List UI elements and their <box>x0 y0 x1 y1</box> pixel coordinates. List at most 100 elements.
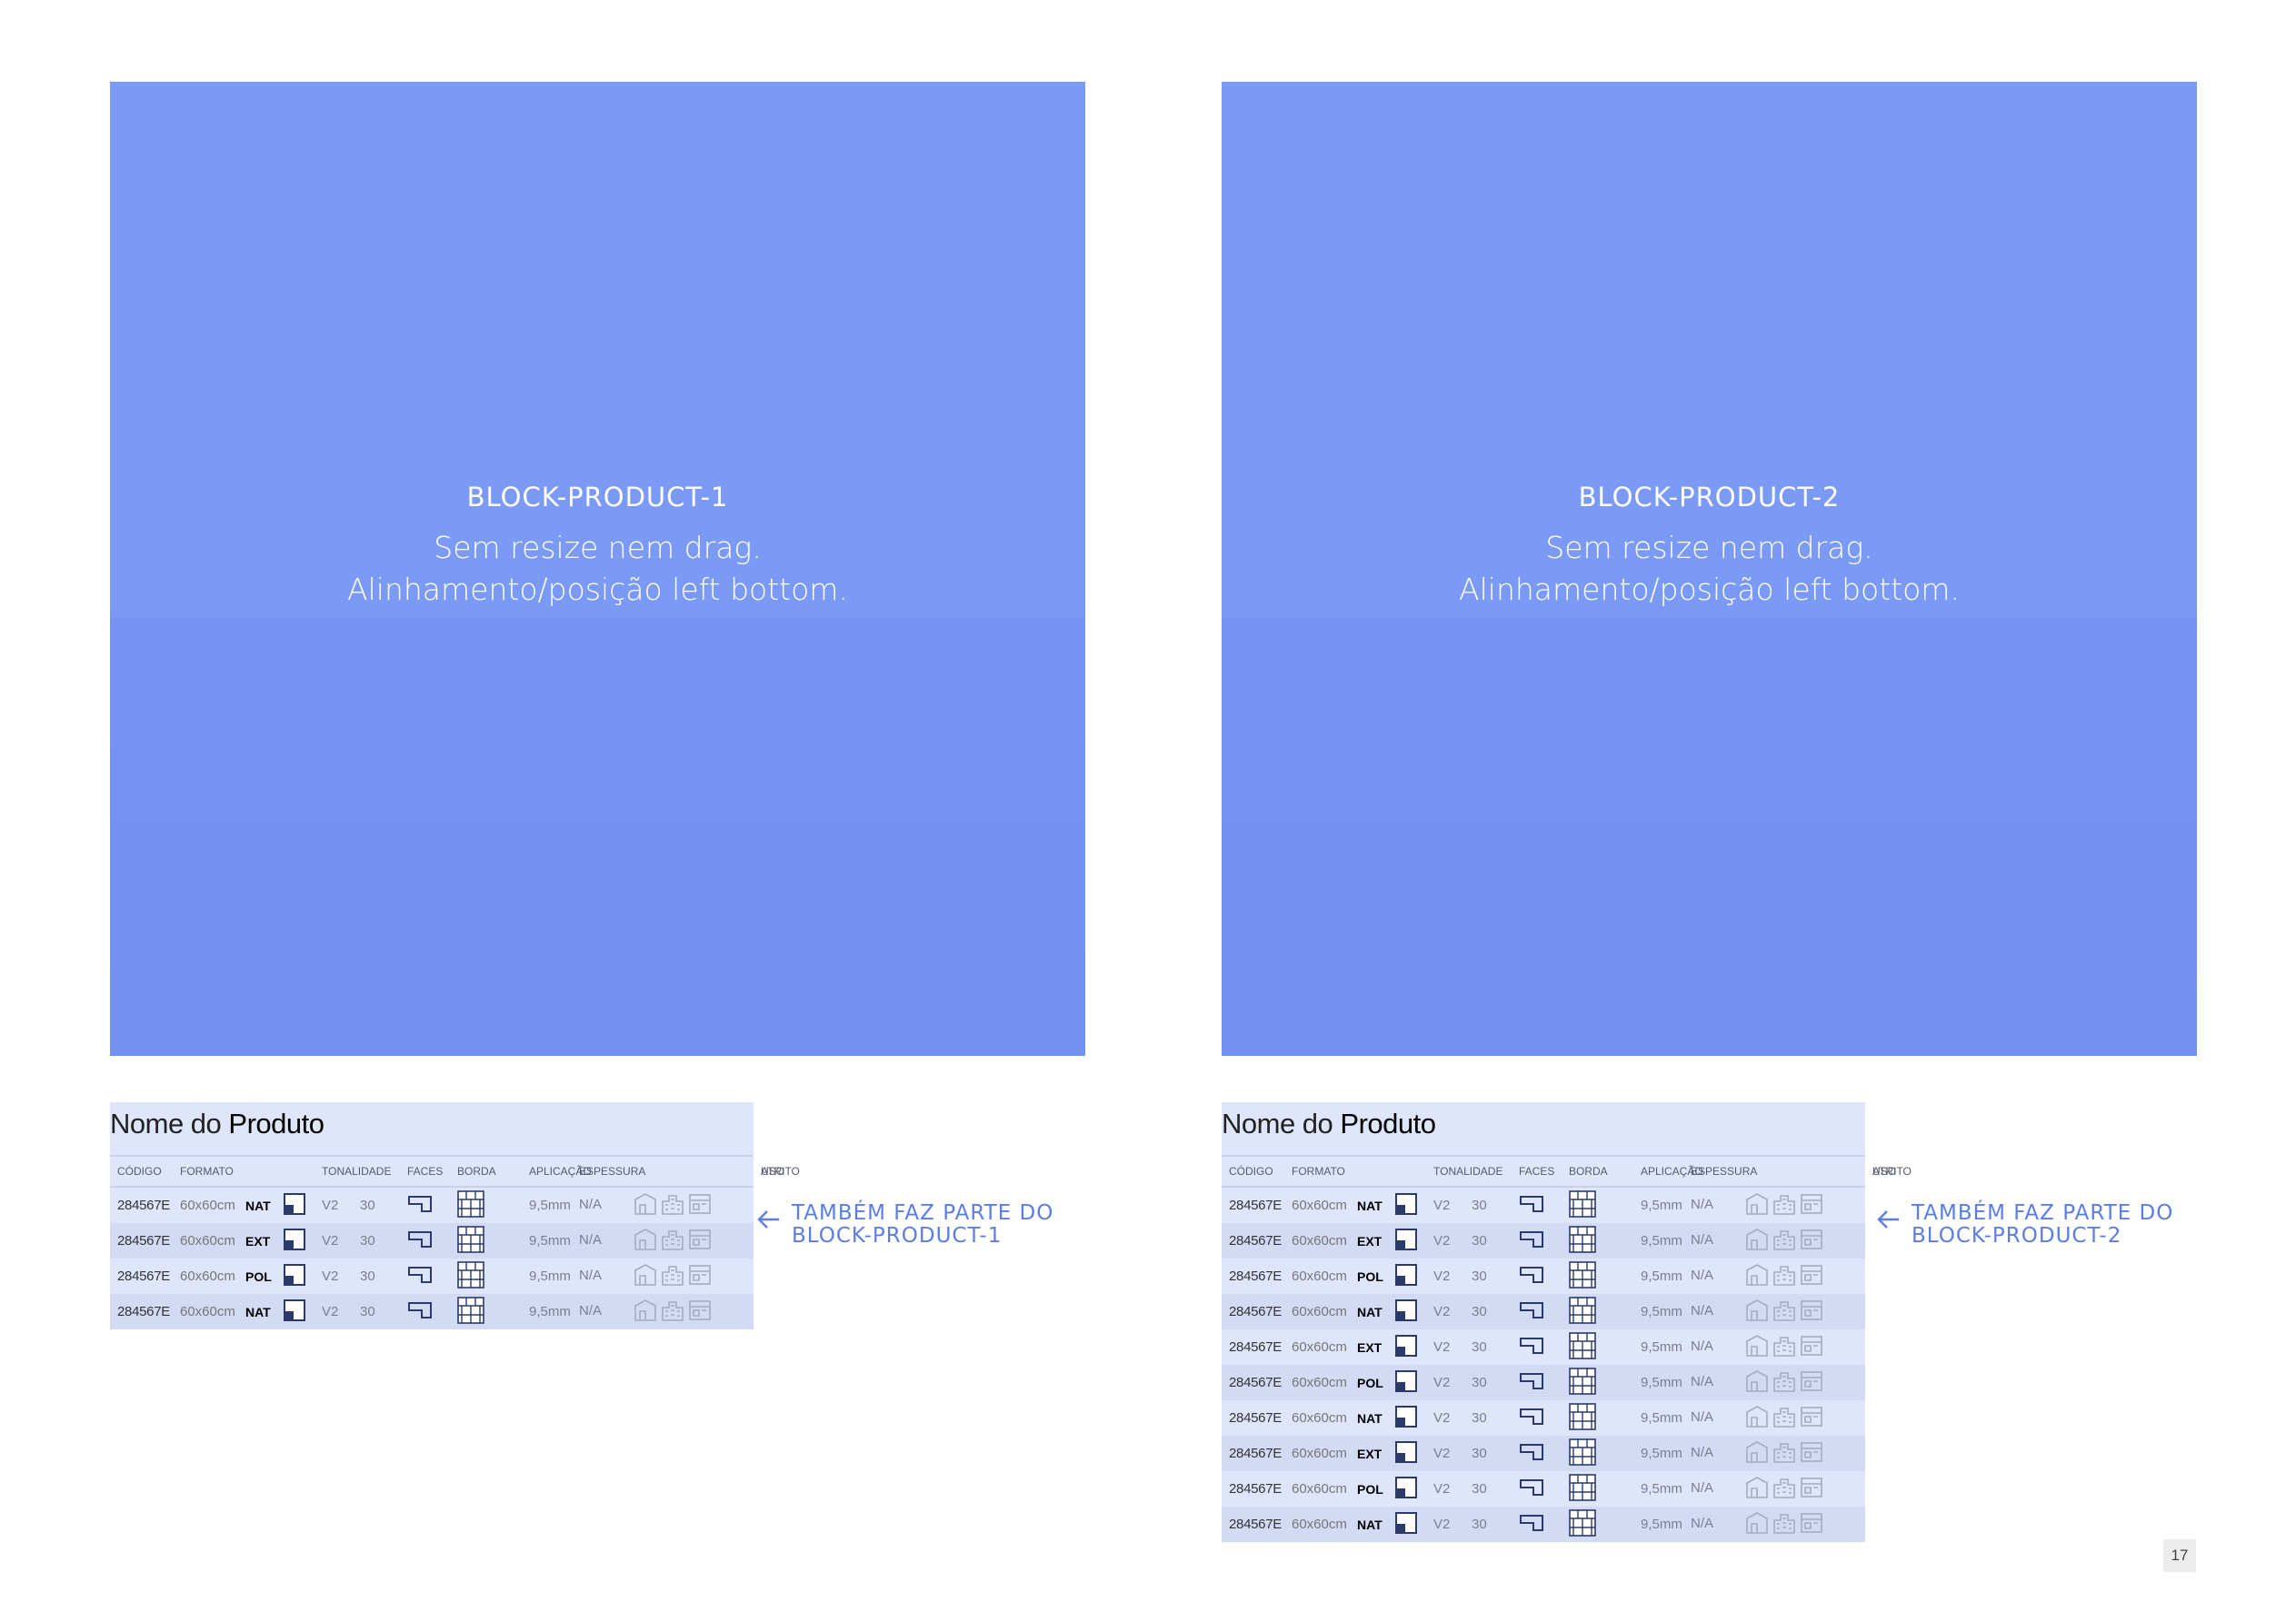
tone-swatch-icon <box>1395 1405 1417 1431</box>
format-value: 60x60cm <box>1284 1365 1350 1400</box>
edge-cell <box>1512 1223 1562 1259</box>
arrow-left-icon <box>1877 1210 1899 1229</box>
industrial-use-icon <box>1800 1369 1823 1397</box>
thickness-value: 9,5mm <box>1633 1365 1683 1400</box>
faces-value: 30 <box>353 1259 400 1294</box>
industrial-use-icon <box>1800 1511 1823 1538</box>
block-line: Alinhamento/posição left bottom. <box>1459 572 1960 607</box>
format-value: 60x60cm <box>1284 1294 1350 1329</box>
rectified-edge-icon <box>1519 1301 1544 1323</box>
edge-cell <box>1512 1259 1562 1294</box>
table-row: 284567E 60x60cm EXT V2 30 9,5mm N/A <box>1222 1223 1865 1259</box>
faces-value: 30 <box>1464 1294 1512 1329</box>
friction-value: N/A <box>1691 1268 1714 1284</box>
wall-floor-grid-icon <box>1569 1367 1596 1398</box>
tone-value: V2 <box>1426 1507 1464 1542</box>
commercial-use-icon <box>1772 1263 1796 1290</box>
tone-cell <box>1388 1187 1426 1223</box>
residential-use-icon <box>634 1228 657 1255</box>
commercial-use-icon <box>661 1192 684 1219</box>
product-code: 284567E <box>1222 1365 1284 1400</box>
product-code: 284567E <box>110 1294 173 1329</box>
finish-value: EXT <box>1350 1329 1388 1365</box>
format-value: 60x60cm <box>1284 1329 1350 1365</box>
rectified-edge-icon <box>1519 1443 1544 1465</box>
rectified-edge-icon <box>1519 1408 1544 1429</box>
thickness-value: 9,5mm <box>1633 1187 1683 1223</box>
edge-cell <box>400 1223 450 1259</box>
product-code: 284567E <box>1222 1223 1284 1259</box>
rectified-edge-icon <box>407 1230 433 1252</box>
product-code: 284567E <box>110 1187 173 1223</box>
column-header: ESPESSURA <box>1683 1155 1865 1188</box>
tone-cell <box>1388 1507 1426 1542</box>
tone-value: V2 <box>314 1187 353 1223</box>
finish-value: NAT <box>238 1294 276 1329</box>
table-row: 284567E 60x60cm POL V2 30 9,5mm N/A <box>1222 1259 1865 1294</box>
application-cell <box>450 1259 522 1294</box>
column-header: APLICAÇÃO <box>1633 1155 1703 1188</box>
format-value: 60x60cm <box>1284 1223 1350 1259</box>
note-line: BLOCK-PRODUCT-2 <box>1912 1224 2122 1248</box>
industrial-use-icon <box>1800 1263 1823 1290</box>
industrial-use-icon <box>1800 1192 1823 1219</box>
rectified-edge-icon <box>407 1266 433 1288</box>
friction-value: N/A <box>1691 1516 1714 1532</box>
tone-cell <box>276 1259 314 1294</box>
edge-cell <box>1512 1329 1562 1365</box>
friction-value: N/A <box>1691 1445 1714 1461</box>
edge-cell <box>1512 1365 1562 1400</box>
block-caption: BLOCK-PRODUCT-2 Sem resize nem drag. Ali… <box>1222 482 2197 611</box>
wall-floor-grid-icon <box>1569 1189 1596 1221</box>
application-cell <box>1562 1223 1633 1259</box>
product-name: Nome do Produto <box>110 1108 324 1139</box>
wall-floor-grid-icon <box>1569 1438 1596 1469</box>
tone-swatch-icon <box>1395 1192 1417 1219</box>
tone-swatch-icon <box>284 1263 305 1289</box>
friction-value: N/A <box>579 1232 603 1249</box>
column-header: FACES <box>1512 1155 1562 1188</box>
friction-value: N/A <box>1691 1480 1714 1497</box>
block-membership-note-1: TAMBÉM FAZ PARTE DO BLOCK-PRODUCT-1 <box>757 1202 1053 1248</box>
table-row: 284567E 60x60cm EXT V2 30 9,5mm N/A <box>1222 1329 1865 1365</box>
commercial-use-icon <box>1772 1511 1796 1538</box>
commercial-use-icon <box>661 1263 684 1290</box>
residential-use-icon <box>1745 1299 1769 1326</box>
rectified-edge-icon <box>1519 1514 1544 1536</box>
tone-swatch-icon <box>284 1228 305 1254</box>
friction-use-cell: N/A <box>1683 1259 1865 1294</box>
tone-cell <box>1388 1329 1426 1365</box>
finish-value: POL <box>1350 1471 1388 1507</box>
arrow-left-icon <box>757 1210 779 1229</box>
table-row: 284567E 60x60cm NAT V2 30 9,5mm N/A <box>1222 1294 1865 1329</box>
wall-floor-grid-icon <box>1569 1402 1596 1434</box>
residential-use-icon <box>1745 1511 1769 1538</box>
tone-cell <box>1388 1436 1426 1471</box>
wall-floor-grid-icon <box>457 1189 484 1221</box>
edge-cell <box>1512 1400 1562 1436</box>
tone-cell <box>1388 1471 1426 1507</box>
tone-swatch-icon <box>1395 1334 1417 1360</box>
product-spec-card-2: Nome do Produto CÓDIGO FORMATO TONALIDADE F… <box>1222 1102 1912 1542</box>
thickness-value: 9,5mm <box>1633 1223 1683 1259</box>
wall-floor-grid-icon <box>1569 1296 1596 1328</box>
spec-table-2: CÓDIGO FORMATO TONALIDADE FACES BORDA APLICAÇ… <box>1222 1155 1912 1542</box>
rectified-edge-icon <box>1519 1372 1544 1394</box>
column-header: CÓDIGO <box>1222 1155 1284 1188</box>
faces-value: 30 <box>1464 1471 1512 1507</box>
tone-value: V2 <box>1426 1365 1464 1400</box>
block-caption: BLOCK-PRODUCT-1 Sem resize nem drag. Ali… <box>110 482 1085 611</box>
wall-floor-grid-icon <box>1569 1473 1596 1505</box>
block-line: Sem resize nem drag. <box>1545 530 1873 565</box>
faces-value: 30 <box>1464 1400 1512 1436</box>
thickness-value: 9,5mm <box>1633 1259 1683 1294</box>
friction-use-cell: N/A <box>1683 1507 1865 1542</box>
faces-value: 30 <box>353 1187 400 1223</box>
format-value: 60x60cm <box>173 1259 238 1294</box>
thickness-value: 9,5mm <box>522 1259 572 1294</box>
block-line: Sem resize nem drag. <box>434 530 762 565</box>
edge-cell <box>1512 1471 1562 1507</box>
column-header: APLICAÇÃO <box>522 1155 592 1188</box>
tone-value: V2 <box>1426 1294 1464 1329</box>
finish-value: EXT <box>238 1223 276 1259</box>
